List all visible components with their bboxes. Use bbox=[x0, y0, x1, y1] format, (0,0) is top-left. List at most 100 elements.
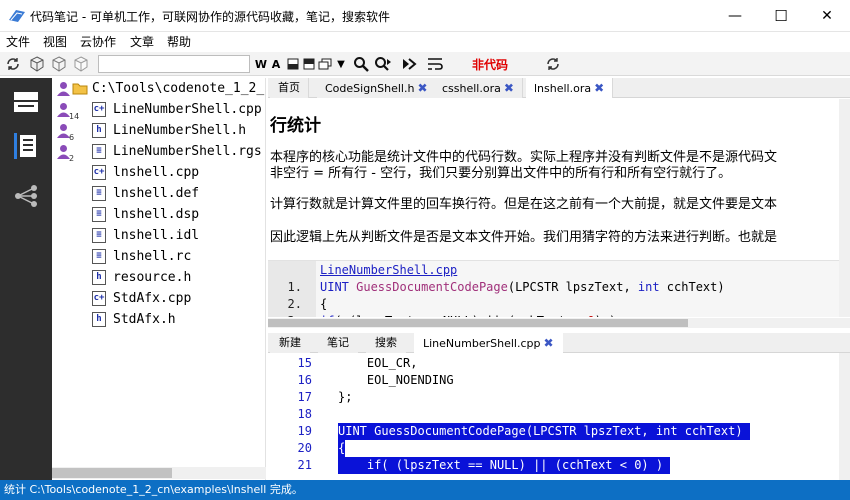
tab-new[interactable]: 新建 bbox=[270, 333, 310, 353]
tree-item-label: StdAfx.h bbox=[113, 312, 176, 327]
tree-scroll-thumb[interactable] bbox=[52, 468, 172, 478]
tab-notes[interactable]: 笔记 bbox=[318, 333, 358, 353]
editor-line: 21 if( (lpszText == NULL) || (cchText < … bbox=[268, 457, 839, 474]
goto-button[interactable] bbox=[400, 55, 418, 73]
sync-button[interactable] bbox=[4, 55, 22, 73]
refresh-icon bbox=[547, 58, 559, 70]
tab-label: 笔记 bbox=[327, 336, 349, 349]
editor-line: 15 EOL_CR, bbox=[268, 355, 839, 372]
menu-help[interactable]: 帮助 bbox=[167, 33, 191, 50]
file-h-icon: h bbox=[92, 123, 106, 138]
tab-linenumbershell-cpp[interactable]: LineNumberShell.cpp ✖ bbox=[414, 333, 563, 353]
search-button[interactable] bbox=[352, 55, 370, 73]
file-h-icon: h bbox=[92, 270, 106, 285]
desk-icon[interactable] bbox=[10, 86, 42, 118]
close-button[interactable]: ✕ bbox=[804, 0, 850, 32]
file-cpp-icon: c+ bbox=[92, 291, 106, 306]
line-number: 21 bbox=[297, 458, 312, 472]
doc-paragraph: 因此逻辑上先从判断文件是否是文本文件开始。我们用猜字符的方法来进行判断。也就是 bbox=[270, 230, 778, 245]
maximize-icon: ☐ bbox=[774, 7, 788, 25]
line-number: 19 bbox=[297, 424, 312, 438]
doc-paragraph: 计算行数就是计算文件里的回车换行符。但是在这之前有一个大前提，就是文件要是文本 bbox=[270, 197, 778, 212]
code-text: UINT GuessDocumentCodePage(LPCSTR lpszTe… bbox=[320, 280, 725, 294]
tree-item-label: lnshell.def bbox=[113, 186, 200, 201]
doc-vertical-scrollbar[interactable] bbox=[839, 99, 850, 317]
doc-heading: 行统计 bbox=[270, 116, 321, 136]
editor-line: 16 EOL_NOENDING bbox=[268, 372, 839, 389]
user-count: 2 bbox=[69, 154, 75, 163]
search-next-button[interactable] bbox=[374, 55, 392, 73]
line-number: 17 bbox=[297, 390, 312, 404]
tree-item-label: LineNumberShell.cpp bbox=[113, 102, 262, 117]
tab-codesignshell-h[interactable]: CodeSignShell.h ✖ bbox=[317, 78, 437, 98]
editor-line: 20 { bbox=[268, 440, 839, 457]
menu-view[interactable]: 视图 bbox=[43, 33, 67, 50]
maximize-button[interactable]: ☐ bbox=[758, 0, 804, 32]
tree-item-label: StdAfx.cpp bbox=[113, 291, 192, 306]
tab-label: 搜索 bbox=[375, 336, 397, 349]
tree-item-label: lnshell.dsp bbox=[113, 207, 200, 222]
editor-vertical-scrollbar[interactable] bbox=[839, 353, 850, 480]
windows-icon bbox=[318, 58, 332, 70]
code-filename-link[interactable]: LineNumberShell.cpp bbox=[320, 262, 457, 279]
tab-lnshell-ora[interactable]: lnshell.ora ✖ bbox=[526, 78, 614, 98]
goto-icon bbox=[403, 58, 417, 70]
doc-paragraph: 本程序的核心功能是统计文件中的代码行数。实际上程序并没有判断文件是不是源代码文 bbox=[270, 150, 778, 165]
share-icon[interactable] bbox=[10, 180, 42, 212]
code-text: if( (lpszText == NULL) || (cchText < 0) … bbox=[338, 457, 671, 474]
editor-line: 17}; bbox=[268, 389, 839, 406]
document-view: 行统计 本程序的核心功能是统计文件中的代码行数。实际上程序并没有判断文件是不是源… bbox=[268, 99, 839, 317]
tab-label: csshell.ora bbox=[442, 82, 501, 95]
dropdown-button[interactable]: ▼ bbox=[332, 55, 350, 73]
tab-home[interactable]: 首页 bbox=[270, 78, 309, 98]
close-icon: ✕ bbox=[821, 8, 833, 24]
cube-button-3[interactable] bbox=[72, 55, 90, 73]
menu-file[interactable]: 文件 bbox=[6, 33, 30, 50]
tab-label: LineNumberShell.cpp bbox=[423, 337, 541, 350]
line-number: 15 bbox=[297, 356, 312, 370]
search-icon bbox=[354, 57, 369, 72]
user-count: 14 bbox=[69, 112, 80, 121]
doc-scroll-thumb[interactable] bbox=[268, 319, 688, 327]
code-snippet: LineNumberShell.cpp 1. UINT GuessDocument… bbox=[268, 260, 839, 317]
font-size-button[interactable]: A bbox=[267, 55, 285, 73]
layout-icon bbox=[303, 58, 315, 70]
doc-paragraph: 非空行 = 所有行 - 空行，我们只要分别算出文件中的所有行和所有空行就行了。 bbox=[270, 166, 732, 181]
menu-cloud[interactable]: 云协作 bbox=[80, 33, 116, 50]
file-cpp-icon: c+ bbox=[92, 102, 106, 117]
close-tab-icon[interactable]: ✖ bbox=[504, 81, 514, 95]
search-next-icon bbox=[375, 57, 391, 71]
documents-icon[interactable] bbox=[10, 130, 42, 162]
noncode-button[interactable]: 非代码 bbox=[472, 56, 508, 73]
tab-label: lnshell.ora bbox=[534, 82, 592, 95]
wrap-button[interactable] bbox=[426, 55, 444, 73]
close-tab-icon[interactable]: ✖ bbox=[543, 336, 553, 350]
file-dsp-icon: ≡ bbox=[92, 207, 106, 222]
tab-search[interactable]: 搜索 bbox=[366, 333, 406, 353]
refresh-button[interactable] bbox=[544, 55, 562, 73]
window-title: 代码笔记 - 可单机工作，可联网协作的源代码收藏，笔记，搜索软件 bbox=[30, 10, 390, 24]
menu-bar bbox=[0, 32, 850, 52]
file-cpp-icon: c+ bbox=[92, 165, 106, 180]
minimize-icon: — bbox=[728, 8, 742, 24]
file-h-icon: h bbox=[92, 312, 106, 327]
cube-button-2[interactable] bbox=[50, 55, 68, 73]
line-number: 3. bbox=[268, 313, 302, 317]
code-text: EOL_CR, bbox=[338, 356, 418, 370]
tab-csshell-ora[interactable]: csshell.ora ✖ bbox=[434, 78, 523, 98]
close-tab-icon[interactable]: ✖ bbox=[417, 81, 427, 95]
close-tab-icon[interactable]: ✖ bbox=[594, 81, 604, 95]
file-rgs-icon: ≡ bbox=[92, 144, 106, 159]
editor-line: 18 bbox=[268, 406, 839, 423]
line-number: 1. bbox=[287, 280, 302, 294]
word-wrap-icon bbox=[428, 58, 443, 70]
code-text: { bbox=[338, 440, 346, 457]
minimize-button[interactable]: — bbox=[712, 0, 758, 32]
cube-button-1[interactable] bbox=[28, 55, 46, 73]
tree-root-path: C:\Tools\codenote_1_2_ bbox=[92, 81, 265, 96]
code-editor[interactable]: 15 EOL_CR, 16 EOL_NOENDING 17}; 18 19 UINT Gu… bbox=[268, 353, 839, 480]
tree-item-label: lnshell.rc bbox=[113, 249, 192, 264]
menu-article[interactable]: 文章 bbox=[130, 33, 154, 50]
toolbar-search-input[interactable] bbox=[98, 55, 250, 73]
tree-item-label: lnshell.idl bbox=[113, 228, 200, 243]
